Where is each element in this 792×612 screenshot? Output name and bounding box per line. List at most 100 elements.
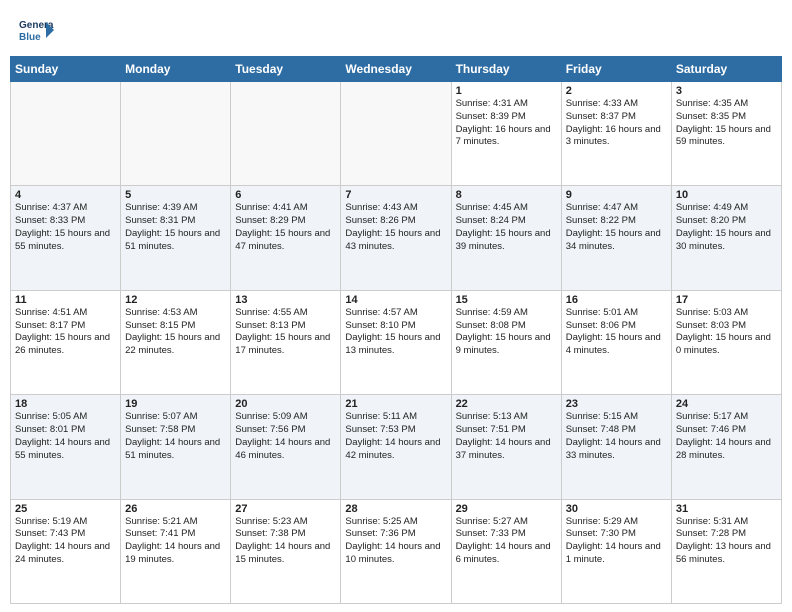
col-wednesday: Wednesday — [341, 57, 451, 82]
table-row: 13Sunrise: 4:55 AM Sunset: 8:13 PM Dayli… — [231, 290, 341, 394]
day-info: Sunrise: 5:11 AM Sunset: 7:53 PM Dayligh… — [345, 411, 446, 462]
day-info: Sunrise: 5:17 AM Sunset: 7:46 PM Dayligh… — [676, 411, 777, 462]
table-row: 20Sunrise: 5:09 AM Sunset: 7:56 PM Dayli… — [231, 395, 341, 499]
day-info: Sunrise: 4:51 AM Sunset: 8:17 PM Dayligh… — [15, 307, 116, 358]
day-info: Sunrise: 5:07 AM Sunset: 7:58 PM Dayligh… — [125, 411, 226, 462]
day-number: 27 — [235, 503, 336, 515]
day-number: 4 — [15, 189, 116, 201]
day-number: 5 — [125, 189, 226, 201]
table-row: 10Sunrise: 4:49 AM Sunset: 8:20 PM Dayli… — [671, 186, 781, 290]
table-row: 2Sunrise: 4:33 AM Sunset: 8:37 PM Daylig… — [561, 82, 671, 186]
day-info: Sunrise: 4:43 AM Sunset: 8:26 PM Dayligh… — [345, 202, 446, 253]
day-number: 2 — [566, 85, 667, 97]
logo-icon: General Blue — [18, 12, 54, 48]
day-number: 1 — [456, 85, 557, 97]
table-row — [231, 82, 341, 186]
table-row — [11, 82, 121, 186]
day-info: Sunrise: 5:25 AM Sunset: 7:36 PM Dayligh… — [345, 516, 446, 567]
calendar-week-row: 11Sunrise: 4:51 AM Sunset: 8:17 PM Dayli… — [11, 290, 782, 394]
calendar-header-row: Sunday Monday Tuesday Wednesday Thursday… — [11, 57, 782, 82]
day-info: Sunrise: 5:03 AM Sunset: 8:03 PM Dayligh… — [676, 307, 777, 358]
table-row: 4Sunrise: 4:37 AM Sunset: 8:33 PM Daylig… — [11, 186, 121, 290]
table-row: 6Sunrise: 4:41 AM Sunset: 8:29 PM Daylig… — [231, 186, 341, 290]
day-info: Sunrise: 5:29 AM Sunset: 7:30 PM Dayligh… — [566, 516, 667, 567]
calendar-week-row: 4Sunrise: 4:37 AM Sunset: 8:33 PM Daylig… — [11, 186, 782, 290]
day-number: 17 — [676, 294, 777, 306]
day-number: 12 — [125, 294, 226, 306]
table-row: 12Sunrise: 4:53 AM Sunset: 8:15 PM Dayli… — [121, 290, 231, 394]
table-row: 16Sunrise: 5:01 AM Sunset: 8:06 PM Dayli… — [561, 290, 671, 394]
day-info: Sunrise: 4:35 AM Sunset: 8:35 PM Dayligh… — [676, 98, 777, 149]
table-row: 30Sunrise: 5:29 AM Sunset: 7:30 PM Dayli… — [561, 499, 671, 603]
day-info: Sunrise: 4:47 AM Sunset: 8:22 PM Dayligh… — [566, 202, 667, 253]
day-number: 22 — [456, 398, 557, 410]
table-row: 24Sunrise: 5:17 AM Sunset: 7:46 PM Dayli… — [671, 395, 781, 499]
calendar-table: Sunday Monday Tuesday Wednesday Thursday… — [10, 56, 782, 604]
day-number: 31 — [676, 503, 777, 515]
day-info: Sunrise: 5:19 AM Sunset: 7:43 PM Dayligh… — [15, 516, 116, 567]
day-number: 25 — [15, 503, 116, 515]
day-info: Sunrise: 4:41 AM Sunset: 8:29 PM Dayligh… — [235, 202, 336, 253]
table-row — [341, 82, 451, 186]
table-row: 18Sunrise: 5:05 AM Sunset: 8:01 PM Dayli… — [11, 395, 121, 499]
day-number: 11 — [15, 294, 116, 306]
table-row: 17Sunrise: 5:03 AM Sunset: 8:03 PM Dayli… — [671, 290, 781, 394]
day-info: Sunrise: 4:59 AM Sunset: 8:08 PM Dayligh… — [456, 307, 557, 358]
table-row: 19Sunrise: 5:07 AM Sunset: 7:58 PM Dayli… — [121, 395, 231, 499]
day-info: Sunrise: 4:49 AM Sunset: 8:20 PM Dayligh… — [676, 202, 777, 253]
day-info: Sunrise: 4:45 AM Sunset: 8:24 PM Dayligh… — [456, 202, 557, 253]
day-info: Sunrise: 5:13 AM Sunset: 7:51 PM Dayligh… — [456, 411, 557, 462]
table-row: 21Sunrise: 5:11 AM Sunset: 7:53 PM Dayli… — [341, 395, 451, 499]
day-number: 19 — [125, 398, 226, 410]
day-number: 28 — [345, 503, 446, 515]
table-row: 28Sunrise: 5:25 AM Sunset: 7:36 PM Dayli… — [341, 499, 451, 603]
table-row: 8Sunrise: 4:45 AM Sunset: 8:24 PM Daylig… — [451, 186, 561, 290]
calendar-week-row: 25Sunrise: 5:19 AM Sunset: 7:43 PM Dayli… — [11, 499, 782, 603]
header: General Blue — [0, 0, 792, 56]
svg-text:Blue: Blue — [19, 32, 41, 43]
table-row: 22Sunrise: 5:13 AM Sunset: 7:51 PM Dayli… — [451, 395, 561, 499]
table-row: 27Sunrise: 5:23 AM Sunset: 7:38 PM Dayli… — [231, 499, 341, 603]
day-number: 26 — [125, 503, 226, 515]
calendar-week-row: 18Sunrise: 5:05 AM Sunset: 8:01 PM Dayli… — [11, 395, 782, 499]
day-info: Sunrise: 4:55 AM Sunset: 8:13 PM Dayligh… — [235, 307, 336, 358]
table-row: 23Sunrise: 5:15 AM Sunset: 7:48 PM Dayli… — [561, 395, 671, 499]
day-number: 29 — [456, 503, 557, 515]
table-row: 29Sunrise: 5:27 AM Sunset: 7:33 PM Dayli… — [451, 499, 561, 603]
table-row — [121, 82, 231, 186]
col-tuesday: Tuesday — [231, 57, 341, 82]
day-number: 6 — [235, 189, 336, 201]
day-info: Sunrise: 5:31 AM Sunset: 7:28 PM Dayligh… — [676, 516, 777, 567]
col-thursday: Thursday — [451, 57, 561, 82]
table-row: 7Sunrise: 4:43 AM Sunset: 8:26 PM Daylig… — [341, 186, 451, 290]
day-info: Sunrise: 5:05 AM Sunset: 8:01 PM Dayligh… — [15, 411, 116, 462]
day-info: Sunrise: 5:01 AM Sunset: 8:06 PM Dayligh… — [566, 307, 667, 358]
day-number: 24 — [676, 398, 777, 410]
day-info: Sunrise: 4:57 AM Sunset: 8:10 PM Dayligh… — [345, 307, 446, 358]
day-info: Sunrise: 4:39 AM Sunset: 8:31 PM Dayligh… — [125, 202, 226, 253]
day-number: 20 — [235, 398, 336, 410]
day-number: 9 — [566, 189, 667, 201]
table-row: 9Sunrise: 4:47 AM Sunset: 8:22 PM Daylig… — [561, 186, 671, 290]
col-monday: Monday — [121, 57, 231, 82]
day-info: Sunrise: 5:09 AM Sunset: 7:56 PM Dayligh… — [235, 411, 336, 462]
table-row: 15Sunrise: 4:59 AM Sunset: 8:08 PM Dayli… — [451, 290, 561, 394]
day-info: Sunrise: 5:23 AM Sunset: 7:38 PM Dayligh… — [235, 516, 336, 567]
page: General Blue Sunday Monday Tuesday Wedne… — [0, 0, 792, 612]
table-row: 26Sunrise: 5:21 AM Sunset: 7:41 PM Dayli… — [121, 499, 231, 603]
day-number: 16 — [566, 294, 667, 306]
day-number: 30 — [566, 503, 667, 515]
day-info: Sunrise: 4:31 AM Sunset: 8:39 PM Dayligh… — [456, 98, 557, 149]
logo: General Blue — [18, 12, 58, 48]
table-row: 1Sunrise: 4:31 AM Sunset: 8:39 PM Daylig… — [451, 82, 561, 186]
day-number: 14 — [345, 294, 446, 306]
table-row: 3Sunrise: 4:35 AM Sunset: 8:35 PM Daylig… — [671, 82, 781, 186]
day-info: Sunrise: 4:37 AM Sunset: 8:33 PM Dayligh… — [15, 202, 116, 253]
day-number: 23 — [566, 398, 667, 410]
table-row: 14Sunrise: 4:57 AM Sunset: 8:10 PM Dayli… — [341, 290, 451, 394]
calendar: Sunday Monday Tuesday Wednesday Thursday… — [0, 56, 792, 612]
day-number: 8 — [456, 189, 557, 201]
day-number: 13 — [235, 294, 336, 306]
day-number: 18 — [15, 398, 116, 410]
calendar-week-row: 1Sunrise: 4:31 AM Sunset: 8:39 PM Daylig… — [11, 82, 782, 186]
